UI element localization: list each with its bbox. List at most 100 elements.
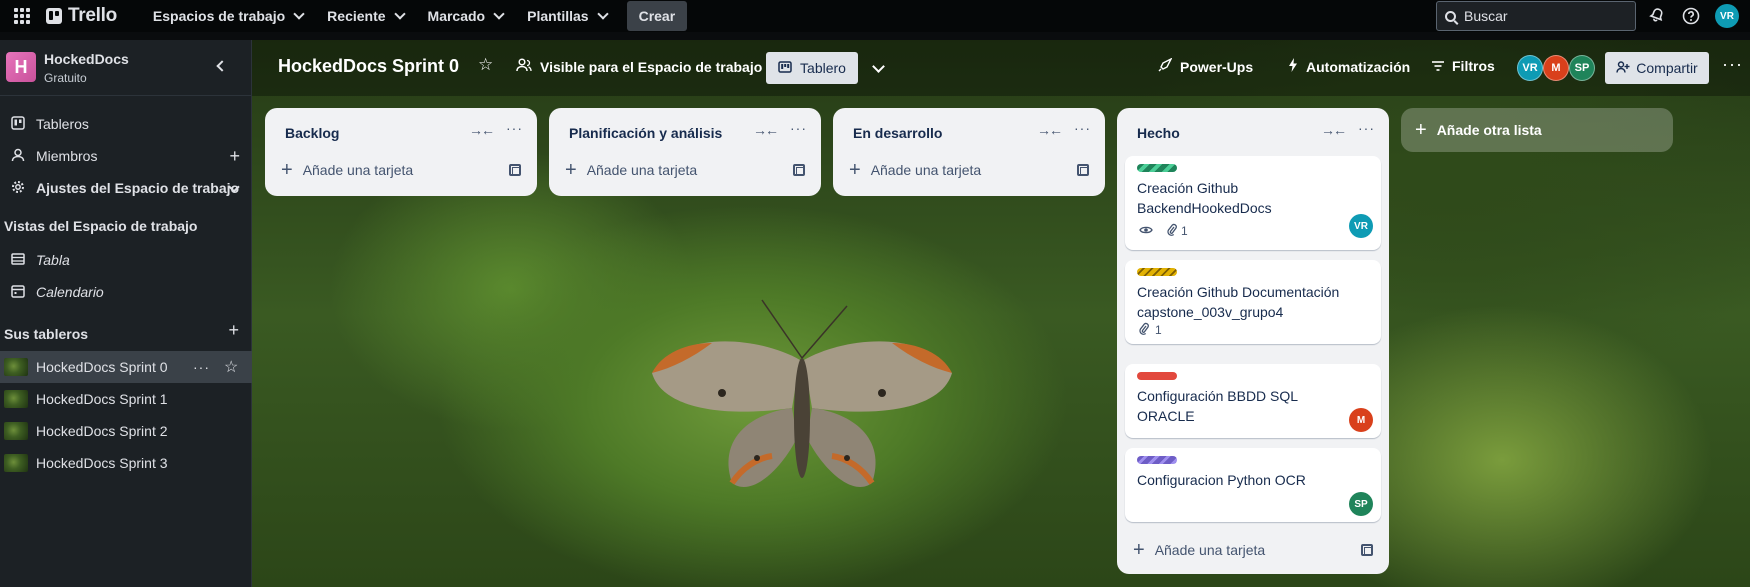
plus-icon: + xyxy=(565,159,577,181)
card-label-purple[interactable] xyxy=(1137,456,1177,464)
workspace-logo[interactable]: H xyxy=(6,52,36,82)
list-title[interactable]: Backlog xyxy=(285,125,339,141)
add-card-button[interactable]: + Añade una tarjeta xyxy=(281,158,413,182)
nav-workspaces-menu[interactable]: Espacios de trabajo xyxy=(141,0,315,32)
card[interactable]: Configuracion Python OCR SP xyxy=(1125,448,1381,522)
sidebar-board-sprint-0[interactable]: HockedDocs Sprint 0 ··· ☆ xyxy=(0,351,252,383)
add-card-button[interactable]: + Añade una tarjeta xyxy=(1133,538,1265,562)
sidebar-item-table-view[interactable]: Tabla xyxy=(0,244,252,276)
list-menu-icon[interactable]: ··· xyxy=(1358,120,1375,136)
workspace-name[interactable]: HockedDocs xyxy=(44,51,129,67)
card-label-yellow[interactable] xyxy=(1137,268,1177,276)
board-thumbnail xyxy=(4,454,28,472)
nav-templates-label: Plantillas xyxy=(527,8,589,24)
card-member-avatar[interactable]: VR xyxy=(1349,214,1373,238)
card-label-red[interactable] xyxy=(1137,372,1177,380)
list-title[interactable]: Hecho xyxy=(1137,125,1180,141)
sidebar-board-sprint-1[interactable]: HockedDocs Sprint 1 xyxy=(0,383,252,415)
search-input[interactable]: Buscar xyxy=(1436,1,1636,31)
workspace-plan: Gratuito xyxy=(44,71,87,85)
board-thumbnail xyxy=(4,390,28,408)
card-template-icon[interactable] xyxy=(1361,544,1373,556)
nav-starred-label: Marcado xyxy=(427,8,486,24)
chevron-down-icon xyxy=(293,8,305,20)
list-title[interactable]: Planificación y análisis xyxy=(569,125,722,141)
person-icon xyxy=(6,148,30,165)
sidebar-item-label: Tableros xyxy=(36,116,89,132)
member-avatar-vr[interactable]: VR xyxy=(1517,55,1543,81)
notifications-bell-icon[interactable] xyxy=(1648,7,1666,25)
add-card-button[interactable]: + Añade una tarjeta xyxy=(565,158,697,182)
trello-logo-icon xyxy=(46,8,62,24)
card[interactable]: Creación Github BackendHookedDocs 1 VR xyxy=(1125,156,1381,250)
add-card-label: Añade una tarjeta xyxy=(1154,542,1266,558)
powerups-label: Power-Ups xyxy=(1180,58,1254,75)
collapse-list-icon[interactable]: →← xyxy=(1321,122,1347,138)
visibility-button[interactable]: Visible para el Espacio de trabajo xyxy=(516,58,762,75)
create-button[interactable]: Crear xyxy=(626,1,688,31)
sidebar-board-sprint-2[interactable]: HockedDocs Sprint 2 xyxy=(0,415,252,447)
card-title: Configuración BBDD SQL ORACLE xyxy=(1137,388,1298,424)
visibility-label: Visible para el Espacio de trabajo xyxy=(540,58,763,75)
board-view-button[interactable]: Tablero xyxy=(766,52,858,84)
chevron-down-icon xyxy=(393,8,406,20)
card-template-icon[interactable] xyxy=(509,164,521,176)
sidebar-item-members[interactable]: Miembros + xyxy=(0,140,252,172)
board-title[interactable]: HockedDocs Sprint 0 xyxy=(278,56,459,77)
collapse-list-icon[interactable]: →← xyxy=(1037,122,1063,138)
sidebar-item-boards[interactable]: Tableros xyxy=(0,108,252,140)
add-card-button[interactable]: + Añade una tarjeta xyxy=(849,158,981,182)
star-icon[interactable]: ☆ xyxy=(224,357,238,377)
member-avatar-sp[interactable]: SP xyxy=(1569,55,1595,81)
plus-icon: + xyxy=(849,159,861,181)
help-icon[interactable] xyxy=(1682,7,1700,25)
add-board-icon[interactable]: + xyxy=(228,320,239,341)
attachment-count: 1 xyxy=(1181,224,1188,238)
list-menu-icon[interactable]: ··· xyxy=(506,120,523,136)
people-icon xyxy=(516,58,532,75)
card-member-avatar[interactable]: SP xyxy=(1349,492,1373,516)
sidebar-item-workspace-settings[interactable]: Ajustes del Espacio de trabajo xyxy=(0,172,252,204)
card-member-avatar[interactable]: M xyxy=(1349,408,1373,432)
board-menu-icon[interactable]: ··· xyxy=(1722,54,1743,75)
card-badges: 1 xyxy=(1139,223,1188,239)
gear-icon xyxy=(6,180,30,197)
filters-button[interactable]: Filtros xyxy=(1432,58,1495,74)
sidebar-item-label: Ajustes del Espacio de trabajo xyxy=(36,180,240,196)
trello-logo[interactable]: Trello xyxy=(46,5,117,27)
user-avatar[interactable]: VR xyxy=(1715,4,1739,28)
app-switcher-icon[interactable] xyxy=(14,8,30,24)
card[interactable]: Configuración BBDD SQL ORACLE M xyxy=(1125,364,1381,438)
sidebar-item-label: Tabla xyxy=(36,252,70,268)
plus-icon: + xyxy=(281,159,293,181)
add-member-icon[interactable]: + xyxy=(229,146,240,167)
powerups-button[interactable]: Power-Ups xyxy=(1158,57,1254,75)
collapse-list-icon[interactable]: →← xyxy=(469,122,495,138)
sidebar-item-calendar-view[interactable]: Calendario xyxy=(0,276,252,308)
more-options-icon[interactable]: ··· xyxy=(193,359,210,375)
list-in-development: En desarrollo →← ··· + Añade una tarjeta xyxy=(833,108,1105,196)
automation-button[interactable]: Automatización xyxy=(1288,58,1410,75)
card-title-line: Creación Github Documentación xyxy=(1137,284,1340,300)
card[interactable]: Creación Github Documentación capstone_0… xyxy=(1125,260,1381,344)
card-template-icon[interactable] xyxy=(793,164,805,176)
star-board-icon[interactable]: ☆ xyxy=(478,55,493,75)
card-label-green[interactable] xyxy=(1137,164,1177,172)
list-title[interactable]: En desarrollo xyxy=(853,125,942,141)
sidebar-board-sprint-3[interactable]: HockedDocs Sprint 3 xyxy=(0,447,252,479)
nav-recent-menu[interactable]: Reciente xyxy=(315,0,415,32)
card-template-icon[interactable] xyxy=(1077,164,1089,176)
add-list-button[interactable]: + Añade otra lista xyxy=(1401,108,1673,152)
member-avatar-m[interactable]: M xyxy=(1543,55,1569,81)
list-menu-icon[interactable]: ··· xyxy=(1074,120,1091,136)
collapse-sidebar-icon[interactable] xyxy=(216,60,228,72)
nav-templates-menu[interactable]: Plantillas xyxy=(515,0,618,32)
board-thumbnail xyxy=(4,358,28,376)
list-menu-icon[interactable]: ··· xyxy=(790,120,807,136)
search-icon xyxy=(1445,10,1456,22)
nav-starred-menu[interactable]: Marcado xyxy=(416,0,516,32)
share-button[interactable]: Compartir xyxy=(1605,52,1709,84)
view-switcher-chevron-icon[interactable] xyxy=(872,60,885,73)
board-view-label: Tablero xyxy=(800,60,846,76)
collapse-list-icon[interactable]: →← xyxy=(753,122,779,138)
